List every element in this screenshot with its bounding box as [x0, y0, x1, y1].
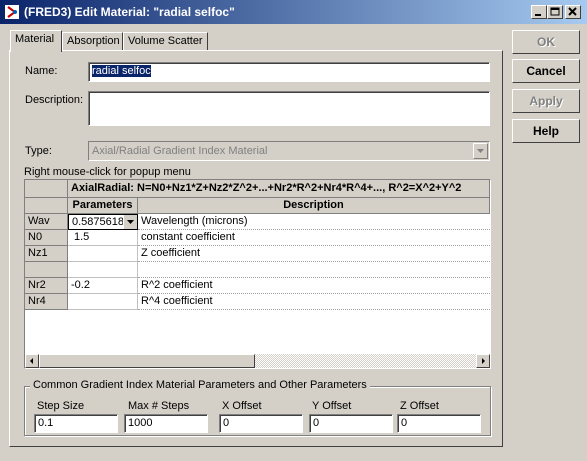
row-header-blank — [25, 198, 68, 214]
type-label: Type: — [25, 145, 52, 157]
tab-volume-scatter[interactable]: Volume Scatter — [123, 32, 208, 51]
row-label: Wav — [25, 214, 68, 230]
type-select[interactable]: Axial/Radial Gradient Index Material — [88, 141, 490, 161]
window-title: (FRED3) Edit Material: "radial selfoc" — [24, 5, 235, 19]
wavelength-select[interactable]: 0.5875618 — [68, 214, 138, 230]
description-cell: R^2 coefficient — [138, 278, 490, 294]
tab-material[interactable]: Material — [10, 30, 62, 52]
apply-button[interactable]: Apply — [512, 89, 580, 113]
description-cell: Wavelength (microns) — [138, 214, 490, 230]
param-cell[interactable] — [68, 246, 138, 262]
description-cell: constant coefficient — [138, 230, 490, 246]
param-cell[interactable]: -0.2 — [68, 278, 138, 294]
param-value: 0.5875618 — [72, 216, 124, 228]
popup-hint: Right mouse-click for popup menu — [24, 166, 191, 178]
chevron-down-icon[interactable] — [473, 143, 488, 159]
maximize-button[interactable] — [547, 5, 563, 19]
row-label: N0 — [25, 230, 68, 246]
param-cell[interactable] — [68, 294, 138, 310]
corner-header — [25, 180, 68, 198]
description-column-header: Description — [138, 198, 490, 214]
scroll-thumb[interactable] — [39, 354, 255, 368]
formula-header: AxialRadial: N=N0+Nz1*Z+Nz2*Z^2+...+Nr2*… — [68, 180, 490, 198]
parameter-table[interactable]: AxialRadial: N=N0+Nz1*Z+Nz2*Z^2+...+Nr2*… — [24, 179, 491, 369]
name-label: Name: — [25, 65, 58, 77]
name-input[interactable]: radial selfoc — [88, 62, 490, 82]
param-cell[interactable]: 1.5 — [68, 230, 138, 246]
cancel-button[interactable]: Cancel — [512, 59, 580, 83]
title-bar: (FRED3) Edit Material: "radial selfoc" — [0, 0, 587, 24]
x-offset-label: X Offset — [222, 400, 262, 412]
max-steps-input[interactable]: 1000 — [124, 414, 208, 433]
row-label: Nz1 — [25, 246, 68, 262]
description-label: Description: — [25, 94, 84, 106]
type-value: Axial/Radial Gradient Index Material — [92, 145, 268, 157]
param-cell[interactable] — [68, 262, 138, 278]
chevron-down-icon[interactable] — [123, 215, 137, 229]
row-label: Nr4 — [25, 294, 68, 310]
description-cell: R^4 coefficient — [138, 294, 490, 310]
y-offset-label: Y Offset — [312, 400, 352, 412]
parameters-column-header: Parameters — [68, 198, 138, 214]
description-cell — [138, 262, 490, 278]
description-cell: Z coefficient — [138, 246, 490, 262]
common-parameters-title: Common Gradient Index Material Parameter… — [30, 379, 370, 391]
max-steps-label: Max # Steps — [128, 400, 190, 412]
z-offset-label: Z Offset — [400, 400, 439, 412]
row-label — [25, 262, 68, 278]
row-label: Nr2 — [25, 278, 68, 294]
help-button[interactable]: Help — [512, 119, 580, 143]
minimize-button[interactable] — [531, 5, 547, 19]
z-offset-input[interactable]: 0 — [397, 414, 481, 433]
step-size-label: Step Size — [37, 400, 85, 412]
scroll-track[interactable] — [255, 354, 476, 368]
close-button[interactable] — [565, 5, 581, 19]
app-icon — [4, 4, 20, 20]
ok-button[interactable]: OK — [512, 30, 580, 54]
step-size-input[interactable]: 0.1 — [34, 414, 118, 433]
description-input[interactable] — [88, 91, 490, 126]
name-value: radial selfoc — [92, 65, 151, 77]
x-offset-input[interactable]: 0 — [219, 414, 303, 433]
tab-absorption[interactable]: Absorption — [62, 32, 123, 51]
horizontal-scrollbar[interactable] — [25, 354, 490, 368]
scroll-left-button[interactable] — [25, 354, 39, 368]
scroll-right-button[interactable] — [476, 354, 490, 368]
y-offset-input[interactable]: 0 — [309, 414, 393, 433]
